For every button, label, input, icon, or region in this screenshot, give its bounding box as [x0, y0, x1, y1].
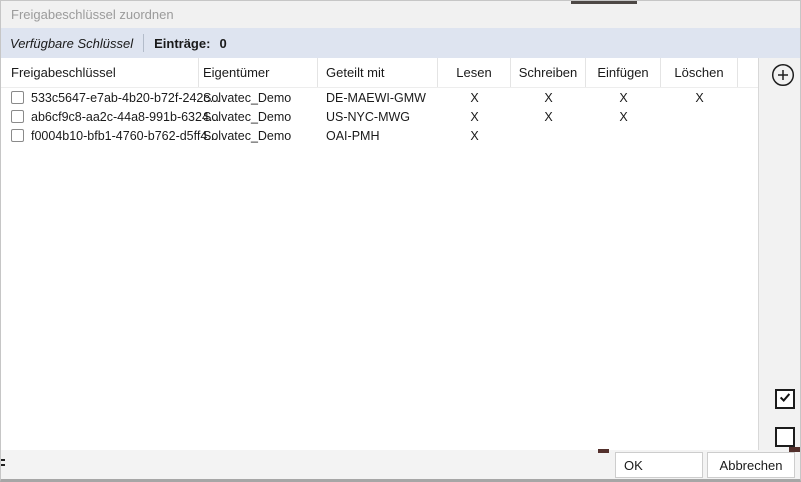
lesen-flag: X — [438, 110, 511, 124]
lesen-flag: X — [438, 91, 511, 105]
row-checkbox[interactable] — [11, 129, 24, 142]
schreiben-flag: X — [511, 91, 586, 105]
column-header-geteilt-mit[interactable]: Geteilt mit — [318, 58, 438, 87]
row-checkbox[interactable] — [11, 110, 24, 123]
key-value: 533c5647-e7ab-4b20-b72f-242c... — [31, 91, 220, 105]
key-value: ab6cf9c8-aa2c-44a8-991b-6324... — [31, 110, 219, 124]
circled-plus-icon — [771, 75, 795, 90]
row-checkbox[interactable] — [11, 91, 24, 104]
column-header-filler — [738, 58, 758, 87]
shared-with-value: OAI-PMH — [318, 129, 438, 143]
column-header-loeschen[interactable]: Löschen — [661, 58, 738, 87]
lesen-flag: X — [438, 129, 511, 143]
checkmark-icon — [778, 390, 792, 409]
schreiben-flag: X — [511, 110, 586, 124]
table-header-row: Freigabeschlüssel Eigentümer Geteilt mit… — [1, 58, 758, 88]
einfuegen-flag: X — [586, 91, 661, 105]
table-row[interactable]: 533c5647-e7ab-4b20-b72f-242c... Solvatec… — [1, 88, 758, 107]
column-header-freigabeschluessel[interactable]: Freigabeschlüssel — [1, 58, 199, 87]
add-key-button[interactable] — [771, 63, 795, 87]
footer: OK Abbrechen — [1, 450, 800, 479]
side-panel — [758, 58, 800, 450]
cancel-button[interactable]: Abbrechen — [707, 452, 795, 478]
table-row[interactable]: ab6cf9c8-aa2c-44a8-991b-6324... Solvatec… — [1, 107, 758, 126]
key-value: f0004b10-bfb1-4760-b762-d5ff4... — [31, 129, 218, 143]
toolbar: Verfügbare Schlüssel Einträge: 0 — [1, 28, 800, 58]
column-header-lesen[interactable]: Lesen — [438, 58, 511, 87]
select-all-checkbox[interactable] — [775, 389, 795, 409]
dialog-body: Freigabeschlüssel Eigentümer Geteilt mit… — [1, 58, 800, 450]
column-header-einfuegen[interactable]: Einfügen — [586, 58, 661, 87]
entries-count: 0 — [219, 36, 226, 51]
resize-grip-artifact — [1, 459, 5, 461]
column-header-eigentuemer[interactable]: Eigentümer — [199, 58, 318, 87]
shared-with-value: DE-MAEWI-GMW — [318, 91, 438, 105]
ok-button[interactable]: OK — [615, 452, 703, 478]
background-window-artifact — [571, 1, 637, 4]
entries-label: Einträge: — [154, 36, 210, 51]
keys-table: Freigabeschlüssel Eigentümer Geteilt mit… — [1, 58, 758, 450]
shared-with-value: US-NYC-MWG — [318, 110, 438, 124]
select-none-checkbox[interactable] — [775, 427, 795, 447]
einfuegen-flag: X — [586, 110, 661, 124]
resize-grip-artifact — [1, 464, 5, 466]
owner-value: Solvatec_Demo — [199, 91, 318, 105]
toolbar-separator — [143, 34, 144, 52]
background-window-artifact — [598, 449, 609, 453]
available-keys-label: Verfügbare Schlüssel — [10, 36, 133, 51]
table-row[interactable]: f0004b10-bfb1-4760-b762-d5ff4... Solvate… — [1, 126, 758, 145]
background-window-artifact — [789, 447, 801, 452]
loeschen-flag: X — [661, 91, 738, 105]
owner-value: Solvatec_Demo — [199, 110, 318, 124]
dialog-window: Freigabeschlüssel zuordnen Verfügbare Sc… — [0, 0, 801, 482]
titlebar[interactable]: Freigabeschlüssel zuordnen — [1, 1, 800, 28]
window-title: Freigabeschlüssel zuordnen — [11, 7, 174, 22]
owner-value: Solvatec_Demo — [199, 129, 318, 143]
column-header-schreiben[interactable]: Schreiben — [511, 58, 586, 87]
